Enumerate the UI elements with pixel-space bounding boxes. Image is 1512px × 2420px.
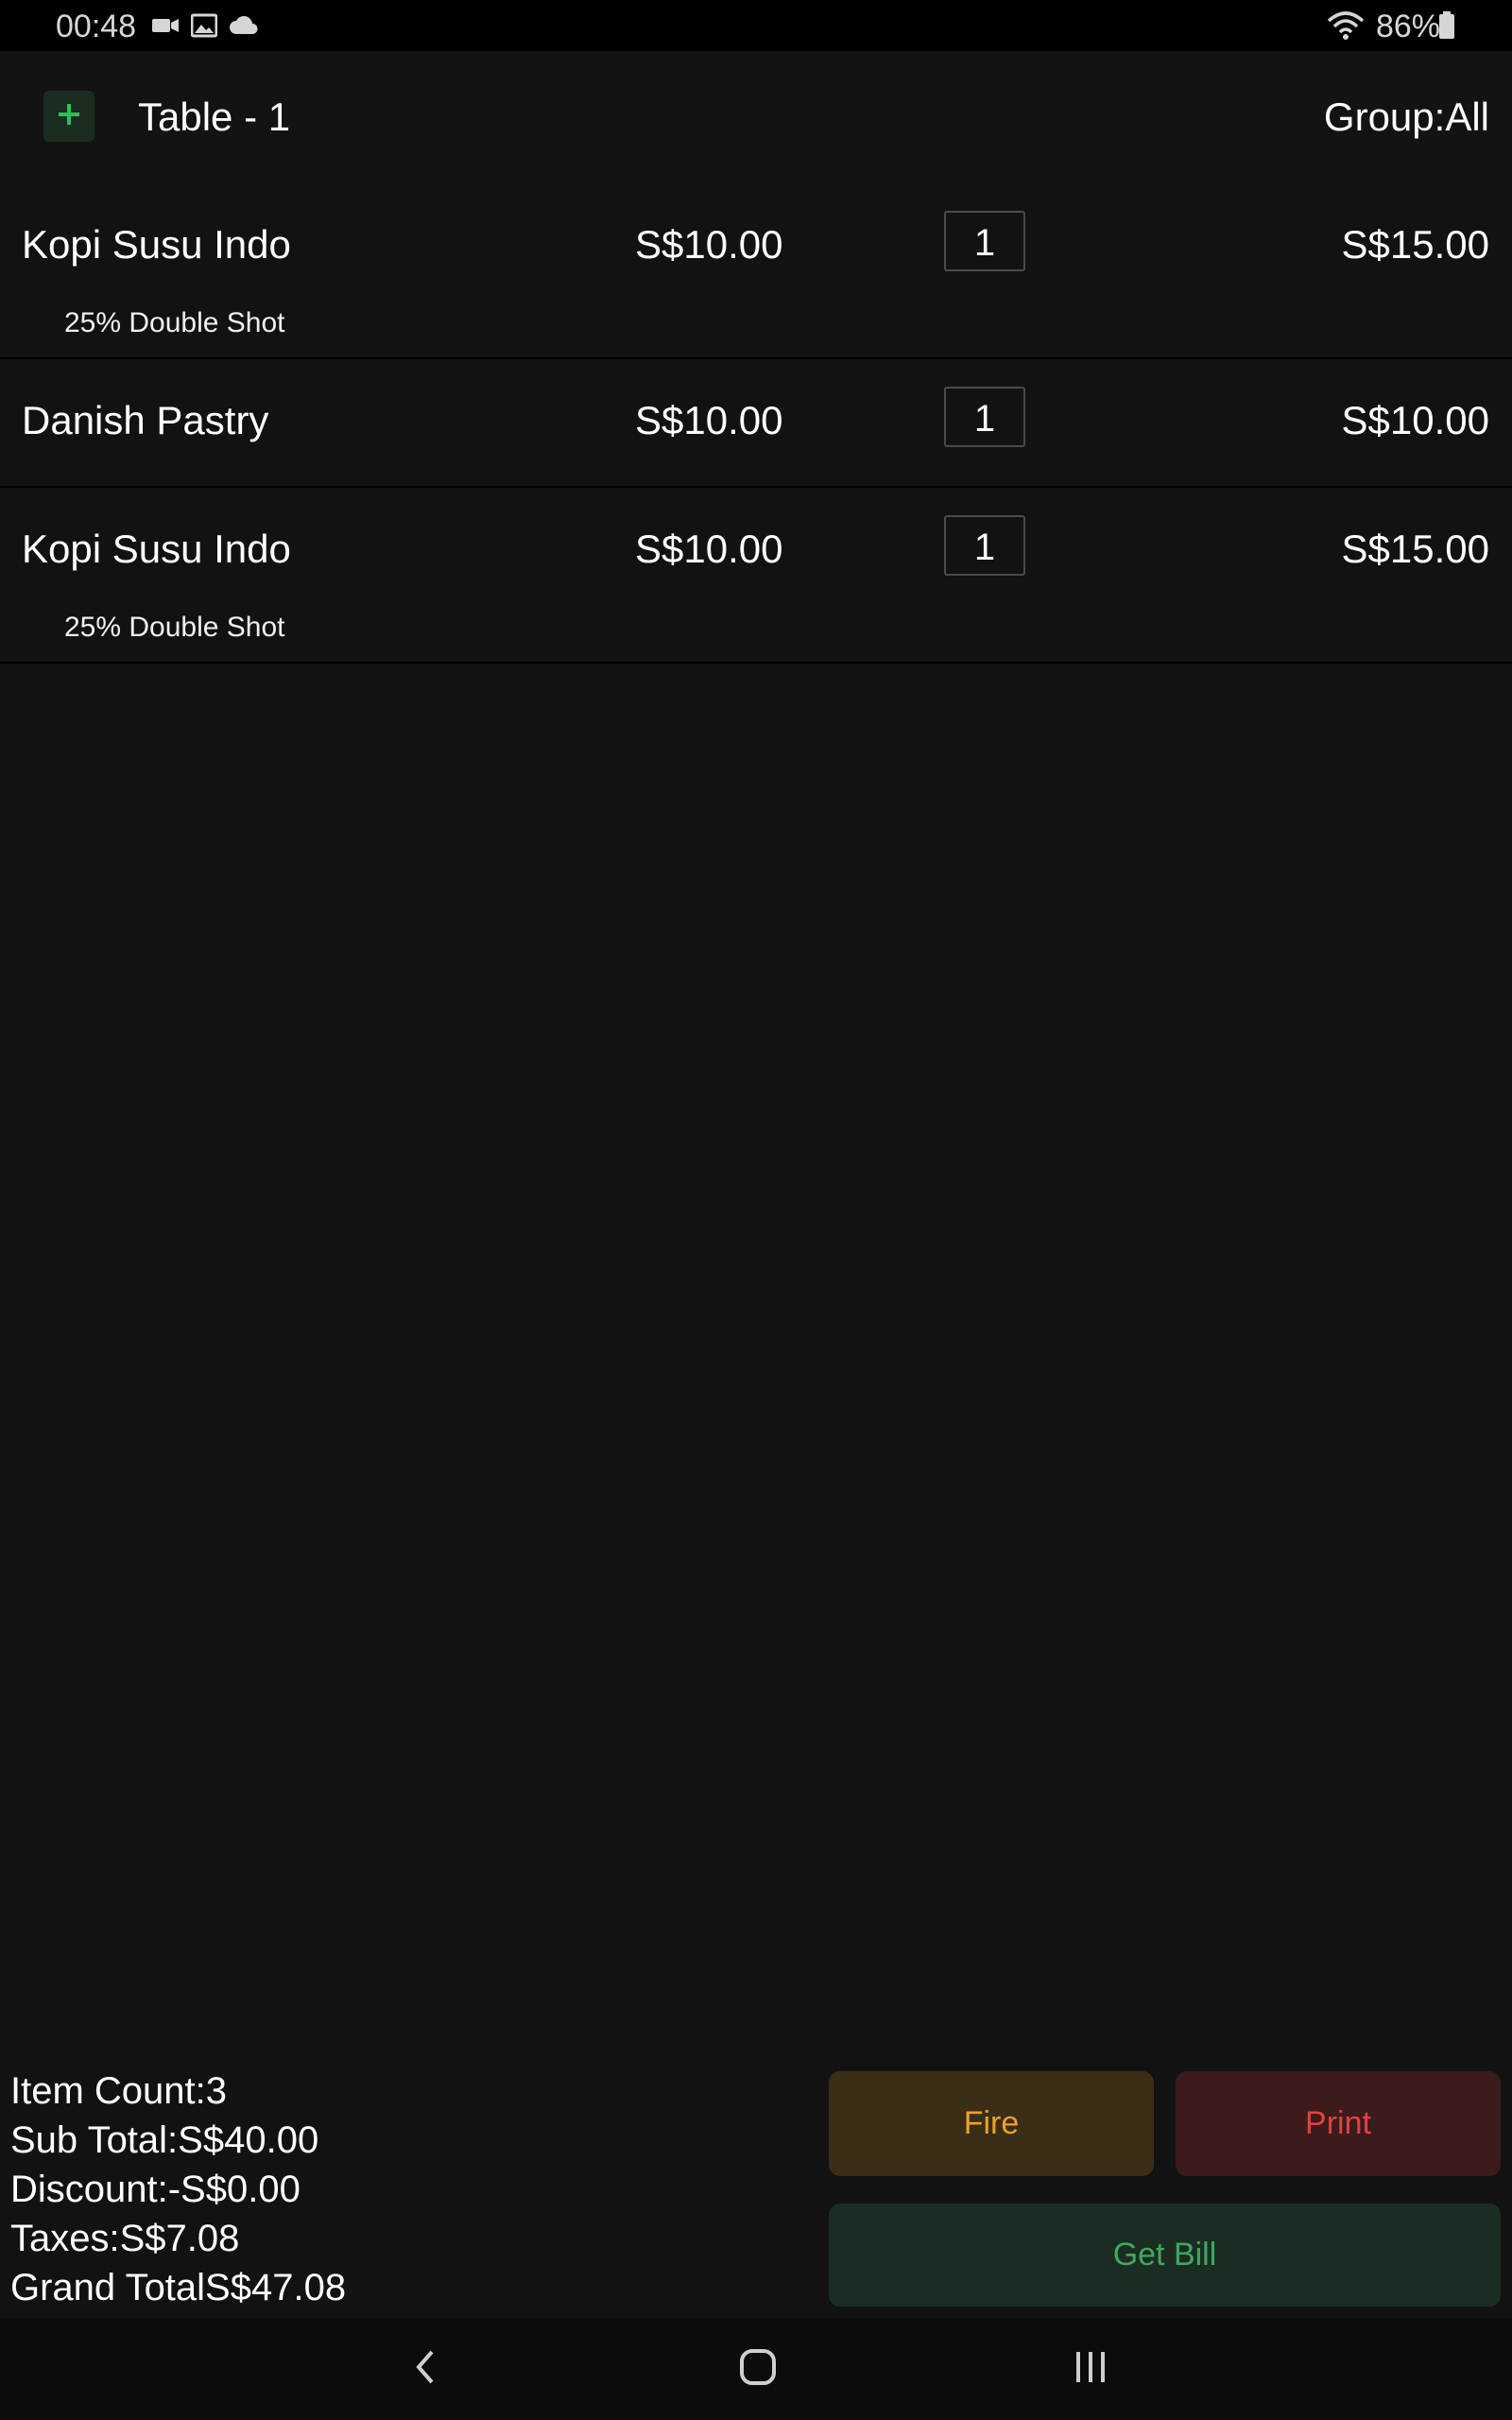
order-summary: Item Count:3 Sub Total:S$40.00 Discount:… [10,2066,346,2312]
battery-percent: 86% [1375,9,1440,44]
order-row[interactable]: Kopi Susu Indo S$10.00 1 S$15.00 25% Dou… [0,488,1512,664]
order-list: Kopi Susu Indo S$10.00 1 S$15.00 25% Dou… [0,183,1512,664]
fire-button[interactable]: Fire [829,2071,1154,2176]
add-item-button[interactable] [43,91,94,142]
order-header: Table - 1 Group:All [0,51,1512,183]
battery-icon [1438,11,1455,44]
back-icon [411,2348,439,2391]
plus-icon [57,102,81,131]
item-modifier: 25% Double Shot [64,307,285,338]
item-total: S$15.00 [1341,527,1489,571]
item-count: Item Count:3 [10,2070,228,2112]
taxes: Taxes:S$7.08 [10,2218,240,2259]
item-price: S$10.00 [635,222,783,267]
order-row[interactable]: Danish Pastry S$10.00 1 S$10.00 [0,359,1512,488]
recents-icon [1072,2348,1109,2391]
item-price: S$10.00 [635,527,783,571]
image-icon [190,13,218,43]
quantity-field[interactable]: 1 [944,211,1025,271]
status-time: 00:48 [56,9,137,44]
grand-total: Grand TotalS$47.08 [10,2267,347,2308]
get-bill-button[interactable]: Get Bill [829,2204,1501,2307]
item-name: Kopi Susu Indo [22,527,291,571]
sub-total: Sub Total:S$40.00 [10,2119,319,2161]
home-button[interactable] [701,2318,815,2420]
navigation-bar [0,2318,1512,2420]
item-name: Danish Pastry [22,398,269,442]
table-title: Table - 1 [138,95,291,139]
item-price: S$10.00 [635,398,783,442]
discount: Discount:-S$0.00 [10,2169,301,2210]
home-icon [739,2348,777,2391]
item-total: S$15.00 [1341,222,1489,267]
item-modifier: 25% Double Shot [64,612,285,643]
item-name: Kopi Susu Indo [22,222,291,267]
cloud-icon [229,13,259,43]
video-icon [151,13,180,43]
item-total: S$10.00 [1341,398,1489,442]
quantity-field[interactable]: 1 [944,515,1025,576]
status-bar: 00:48 86% [0,0,1512,51]
print-button[interactable]: Print [1176,2071,1501,2176]
quantity-field[interactable]: 1 [944,387,1025,447]
order-row[interactable]: Kopi Susu Indo S$10.00 1 S$15.00 25% Dou… [0,183,1512,359]
recents-button[interactable] [1034,2318,1147,2420]
wifi-icon [1327,9,1365,44]
group-filter[interactable]: Group:All [1324,94,1489,141]
back-button[interactable] [369,2318,482,2420]
